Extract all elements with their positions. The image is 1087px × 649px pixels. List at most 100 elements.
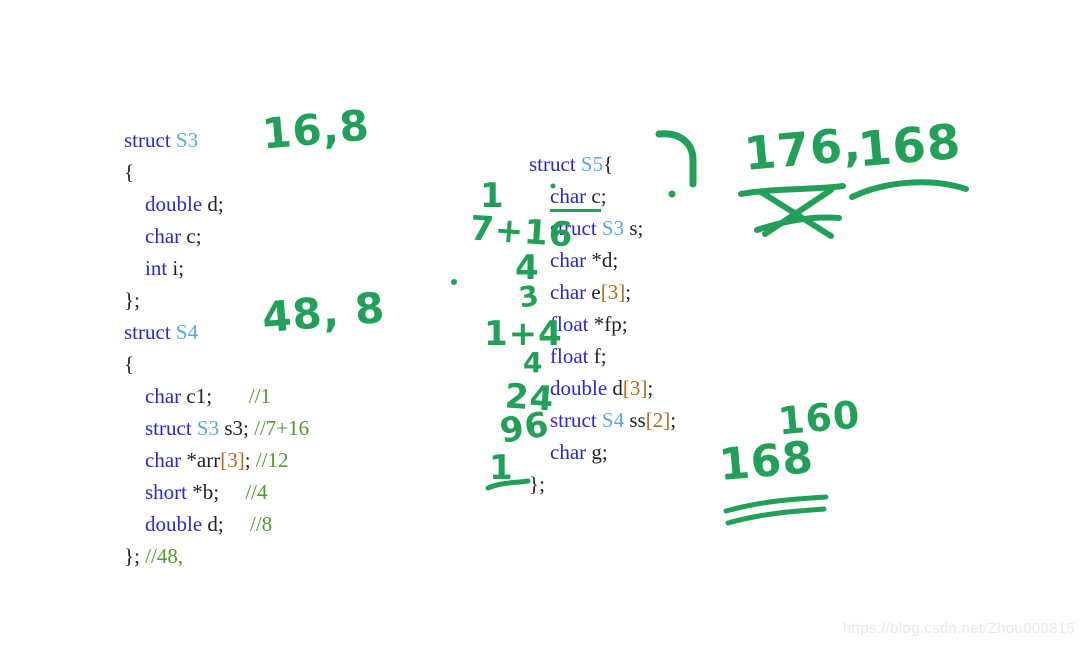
code-token: d xyxy=(607,376,623,400)
code-token: { xyxy=(124,160,135,184)
code-line: int i; xyxy=(124,252,224,284)
strikethrough-cross-icon xyxy=(738,183,846,239)
code-token: { xyxy=(603,152,614,176)
code-token: *arr xyxy=(181,448,221,472)
code-line: double d; //8 xyxy=(124,508,309,540)
code-token: c xyxy=(586,184,601,212)
code-token: char xyxy=(550,280,587,304)
code-token: //4 xyxy=(245,480,268,504)
code-line: struct S3 s3; //7+16 xyxy=(124,412,309,444)
annotation-s4-size: 48, 8 xyxy=(260,282,388,343)
annotation-final-total: 168 xyxy=(716,431,816,492)
code-line: { xyxy=(124,156,224,188)
code-token: f; xyxy=(588,344,607,368)
code-token: [2] xyxy=(645,408,671,432)
code-token: *b; xyxy=(187,480,246,504)
code-token: S3 xyxy=(196,416,220,440)
ink-dot-icon xyxy=(451,279,457,285)
code-line: struct S3 xyxy=(124,124,224,156)
code-token: S4 xyxy=(601,408,625,432)
code-token: s; xyxy=(624,216,644,240)
code-token: struct xyxy=(145,416,197,440)
code-token: int xyxy=(145,256,168,280)
code-line: }; //48, xyxy=(124,540,309,572)
code-token: double xyxy=(145,192,203,216)
code-token: *fp; xyxy=(588,312,628,336)
code-line: double d; xyxy=(124,188,224,220)
code-token: ss xyxy=(624,408,646,432)
code-token: [3] xyxy=(220,448,245,472)
code-token: double xyxy=(145,512,203,536)
code-token: g; xyxy=(586,440,608,464)
code-token: char xyxy=(145,224,182,248)
code-token: S4 xyxy=(175,320,199,344)
ink-dot-small-icon xyxy=(550,183,556,189)
code-line: }; xyxy=(124,284,224,316)
code-token: struct xyxy=(529,152,581,176)
annotation-member-struct-s4-ss2: 96 xyxy=(497,404,553,452)
code-token: struct xyxy=(124,320,176,344)
code-line: struct S5{ xyxy=(529,148,676,180)
double-underline-icon xyxy=(723,494,829,526)
curved-bracket-mark-icon xyxy=(655,130,697,198)
code-token: ; xyxy=(600,184,607,208)
code-token: ; xyxy=(625,280,632,304)
annotation-s3-size: 16,8 xyxy=(260,100,372,159)
code-token: [3] xyxy=(622,376,648,400)
code-block-struct-s4: struct S4 { char c1; //1 struct S3 s3; //… xyxy=(124,316,309,572)
code-token: //8 xyxy=(250,512,273,536)
code-token: struct xyxy=(124,128,176,152)
code-token: S3 xyxy=(175,128,199,152)
code-token: { xyxy=(124,352,135,376)
code-line: short *b; //4 xyxy=(124,476,309,508)
code-line: char e[3]; xyxy=(529,276,676,308)
code-token: ; xyxy=(670,408,677,432)
code-token: //48, xyxy=(145,544,184,568)
code-token: [3] xyxy=(600,280,626,304)
code-token: }; xyxy=(124,544,146,568)
code-token: //7+16 xyxy=(254,416,310,440)
code-line: char c; xyxy=(124,220,224,252)
code-line: { xyxy=(124,348,309,380)
code-line: char *arr[3]; //12 xyxy=(124,444,309,476)
code-token: }; xyxy=(124,288,140,312)
code-token: //1 xyxy=(248,384,271,408)
code-token: c; xyxy=(181,224,202,248)
annotation-s5-total-final: 168 xyxy=(855,113,964,179)
screenshot-canvas: struct S3 { double d; char c; int i;}; st… xyxy=(0,0,1087,649)
code-token: ; xyxy=(244,448,256,472)
code-token: *d; xyxy=(586,248,619,272)
code-line: char c1; //1 xyxy=(124,380,309,412)
code-token: S3 xyxy=(601,216,625,240)
code-token: char xyxy=(550,440,587,464)
code-token: d; xyxy=(202,512,250,536)
annotation-member-float-f: 4 xyxy=(523,346,544,379)
code-token: double xyxy=(550,376,608,400)
code-token: c1; xyxy=(181,384,249,408)
code-token: short xyxy=(145,480,187,504)
code-token: ; xyxy=(647,376,654,400)
code-token: S5 xyxy=(580,152,604,176)
code-token: char xyxy=(145,448,182,472)
code-token: e xyxy=(586,280,601,304)
code-token: s3; xyxy=(219,416,255,440)
code-block-struct-s3: struct S3 { double d; char c; int i;}; xyxy=(124,124,224,316)
annotation-s5-total-crossed: 176, xyxy=(741,116,864,182)
code-token: i; xyxy=(167,256,185,280)
code-token: //12 xyxy=(255,448,289,472)
tick-dash-icon xyxy=(485,478,531,491)
watermark-url: https://blog.csdn.net/Zhou000815 xyxy=(842,620,1075,637)
code-line: }; xyxy=(529,468,676,500)
code-token: struct xyxy=(550,408,602,432)
code-token: char xyxy=(145,384,182,408)
underline-curve-168-icon xyxy=(849,179,969,200)
code-token: d; xyxy=(202,192,224,216)
